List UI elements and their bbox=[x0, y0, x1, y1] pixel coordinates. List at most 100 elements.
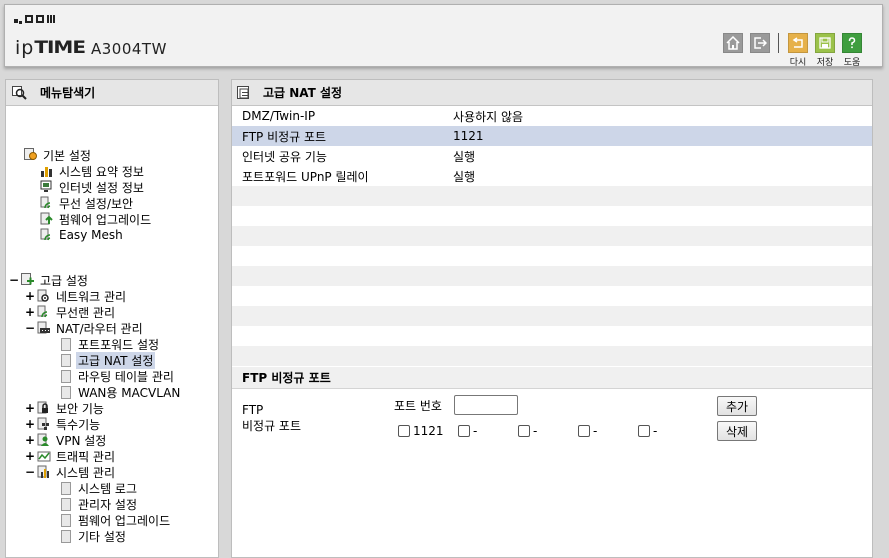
menu-advanced-nat-label: 고급 NAT 설정 bbox=[76, 351, 156, 369]
port-slot-value: - bbox=[653, 424, 658, 438]
content-title-bar: 고급 NAT 설정 bbox=[232, 80, 872, 106]
menu-network-management[interactable]: + 네트워크 관리 bbox=[25, 288, 128, 304]
row-key: FTP 비정규 포트 bbox=[232, 126, 453, 146]
vpn-icon bbox=[37, 433, 51, 447]
brand-time: TIME bbox=[34, 36, 86, 58]
reload-label: 다시 bbox=[789, 58, 807, 68]
empty-row bbox=[232, 206, 872, 226]
port-slot-value: - bbox=[473, 424, 478, 438]
ftp-section-title-text: FTP 비정규 포트 bbox=[242, 371, 331, 385]
menu-port-forward-label: 포트포워드 설정 bbox=[78, 337, 160, 352]
expand-icon[interactable]: + bbox=[25, 289, 35, 303]
logout-icon[interactable] bbox=[750, 33, 770, 53]
menu-advanced-nat[interactable]: 고급 NAT 설정 bbox=[61, 351, 156, 369]
expand-icon[interactable]: + bbox=[25, 433, 35, 447]
row-value: 실행 bbox=[453, 166, 872, 186]
content-scrollbar[interactable] bbox=[873, 79, 885, 558]
menu-system-log-label: 시스템 로그 bbox=[78, 481, 138, 496]
delete-button[interactable]: 삭제 bbox=[717, 421, 757, 441]
menu-routing-table-label: 라우팅 테이블 관리 bbox=[78, 369, 174, 384]
collapse-icon[interactable]: − bbox=[25, 321, 35, 335]
menu-system-log[interactable]: 시스템 로그 bbox=[61, 480, 139, 496]
menu-firmware-upgrade-2[interactable]: 펌웨어 업그레이드 bbox=[61, 512, 172, 528]
menu-security-features-label: 보안 기능 bbox=[56, 401, 104, 416]
menu-advanced-settings[interactable]: − 고급 설정 bbox=[9, 272, 90, 288]
chart-icon bbox=[40, 164, 54, 178]
menu-wan-macvlan[interactable]: WAN용 MACVLAN bbox=[61, 384, 182, 400]
checkbox[interactable] bbox=[638, 425, 650, 437]
menu-wlan-management-label: 무선랜 관리 bbox=[56, 305, 116, 320]
brand-ip: ip bbox=[15, 37, 35, 59]
upgrade-icon bbox=[40, 212, 54, 226]
menu-system-management[interactable]: − 시스템 관리 bbox=[25, 464, 117, 480]
port-slot-2[interactable]: - bbox=[458, 424, 477, 438]
brand-dots-icon bbox=[14, 15, 55, 24]
menu-firmware-upgrade-2-label: 펌웨어 업그레이드 bbox=[78, 513, 171, 528]
reload-button[interactable]: 다시 bbox=[788, 33, 808, 68]
expand-icon[interactable]: + bbox=[25, 417, 35, 431]
toolbar-divider bbox=[778, 33, 779, 53]
menu-admin-settings[interactable]: 관리자 설정 bbox=[61, 496, 139, 512]
empty-row bbox=[232, 226, 872, 246]
menu-port-forward[interactable]: 포트포워드 설정 bbox=[61, 336, 161, 352]
port-slot-5[interactable]: - bbox=[638, 424, 657, 438]
expand-icon[interactable]: + bbox=[25, 401, 35, 415]
menu-security-features[interactable]: + 보안 기능 bbox=[25, 400, 106, 416]
save-label: 저장 bbox=[816, 58, 834, 68]
page-icon bbox=[61, 337, 71, 351]
special-icon bbox=[37, 417, 51, 431]
menu-admin-settings-label: 관리자 설정 bbox=[78, 497, 138, 512]
menu-vpn-settings[interactable]: + VPN 설정 bbox=[25, 432, 108, 448]
menu-firmware-upgrade-label: 펌웨어 업그레이드 bbox=[59, 212, 152, 227]
row-value: 1121 bbox=[453, 126, 872, 146]
checkbox[interactable] bbox=[518, 425, 530, 437]
menu-basic-settings[interactable]: 기본 설정 bbox=[24, 147, 93, 163]
ftp-section-title: FTP 비정규 포트 bbox=[232, 367, 872, 389]
add-button[interactable]: 추가 bbox=[717, 396, 757, 416]
expand-icon[interactable]: + bbox=[25, 449, 35, 463]
collapse-icon[interactable]: − bbox=[25, 465, 35, 479]
checkbox[interactable] bbox=[578, 425, 590, 437]
save-icon bbox=[815, 33, 835, 53]
port-slot-3[interactable]: - bbox=[518, 424, 537, 438]
content-panel: 고급 NAT 설정 DMZ/Twin-IP 사용하지 않음 FTP 비정규 포트… bbox=[231, 79, 873, 558]
help-label: 도움 bbox=[843, 58, 861, 68]
empty-row bbox=[232, 346, 872, 366]
model-name: A3004TW bbox=[91, 40, 167, 58]
menu-wlan-management[interactable]: + 무선랜 관리 bbox=[25, 304, 117, 320]
checkbox[interactable] bbox=[458, 425, 470, 437]
page-icon bbox=[61, 497, 71, 511]
menu-traffic-management[interactable]: + 트래픽 관리 bbox=[25, 448, 117, 464]
menu-network-management-label: 네트워크 관리 bbox=[56, 289, 127, 304]
menu-firmware-upgrade[interactable]: 펌웨어 업그레이드 bbox=[40, 211, 153, 227]
table-row: 인터넷 공유 기능 실행 bbox=[232, 146, 872, 166]
page-icon bbox=[61, 513, 71, 527]
checkbox[interactable] bbox=[398, 425, 410, 437]
port-slot-1[interactable]: 1121 bbox=[398, 424, 444, 438]
expand-icon[interactable]: + bbox=[25, 305, 35, 319]
collapse-icon[interactable]: − bbox=[9, 273, 19, 287]
port-slot-4[interactable]: - bbox=[578, 424, 597, 438]
monitor-icon bbox=[40, 180, 54, 194]
menu-system-summary[interactable]: 시스템 요약 정보 bbox=[40, 163, 146, 179]
menu-explorer-title: 메뉴탐색기 bbox=[6, 80, 218, 106]
empty-row bbox=[232, 306, 872, 326]
home-icon[interactable] bbox=[723, 33, 743, 53]
menu-other-settings[interactable]: 기타 설정 bbox=[61, 528, 128, 544]
menu-special-features[interactable]: + 특수기능 bbox=[25, 416, 102, 432]
empty-row bbox=[232, 286, 872, 306]
menu-internet-info[interactable]: 인터넷 설정 정보 bbox=[40, 179, 146, 195]
menu-easy-mesh[interactable]: Easy Mesh bbox=[40, 227, 125, 243]
help-button[interactable]: 도움 bbox=[842, 33, 862, 68]
save-button[interactable]: 저장 bbox=[815, 33, 835, 68]
menu-basic-settings-label: 기본 설정 bbox=[43, 148, 91, 163]
app-header: ip TIME A3004TW 다시 저장 도움 bbox=[4, 4, 883, 68]
menu-wireless-security[interactable]: 무선 설정/보안 bbox=[40, 195, 135, 211]
empty-row bbox=[232, 246, 872, 266]
port-number-input[interactable] bbox=[454, 395, 518, 415]
row-value: 실행 bbox=[453, 146, 872, 166]
menu-nat-router-management[interactable]: − NAT/라우터 관리 bbox=[25, 320, 145, 336]
row-key: DMZ/Twin-IP bbox=[232, 106, 453, 126]
menu-routing-table[interactable]: 라우팅 테이블 관리 bbox=[61, 368, 176, 384]
menu-other-settings-label: 기타 설정 bbox=[78, 529, 126, 544]
